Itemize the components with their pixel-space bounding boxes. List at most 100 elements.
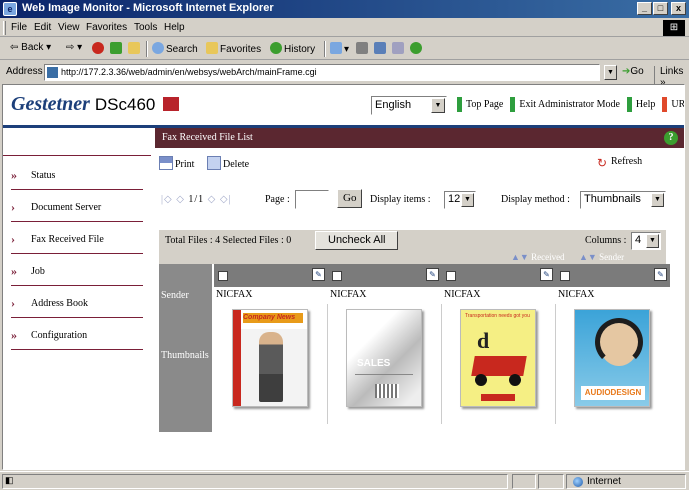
display-items-label: Display items : — [370, 194, 431, 205]
page-header: Gestetner DSc460 English ▼ Top Page Exit… — [3, 85, 684, 125]
messenger-button[interactable] — [410, 42, 424, 55]
page-status-icon: ◧ — [5, 475, 14, 485]
uncheck-all-button[interactable]: Uncheck All — [315, 231, 399, 250]
file-checkbox[interactable] — [218, 271, 228, 281]
address-bar: Address http://177.2.3.36/web/admin/en/w… — [0, 61, 689, 88]
thumbnail-text: AUDIODESIGN — [581, 386, 645, 400]
file-details-icon[interactable]: ✎ — [426, 268, 439, 281]
main-panel: Fax Received File List ? Print Delete ↻ R… — [155, 128, 684, 469]
sidebar: » Status › Document Server › Fax Receive… — [3, 128, 151, 469]
sender-row-label: Sender — [161, 290, 189, 301]
file-checkbox[interactable] — [560, 271, 570, 281]
display-items-select[interactable]: 12 ▼ — [444, 191, 476, 209]
stop-icon — [92, 42, 104, 54]
printer-icon — [356, 42, 368, 54]
fax-thumbnail[interactable]: SALES — [346, 309, 422, 407]
forward-button[interactable]: ⇨ ▾ — [66, 42, 82, 53]
sidebar-item-address-book[interactable]: › Address Book — [11, 292, 143, 318]
file-thumbnail-cell: Transportation needs got you d — [442, 304, 556, 424]
menu-favorites[interactable]: Favorites — [86, 22, 127, 33]
page-navigation[interactable]: |◇ ◇ 1/1 ◇ ◇| — [161, 194, 232, 205]
sort-sender-link[interactable]: ▲▼ Sender — [579, 252, 624, 262]
page-go-button[interactable]: Go — [337, 189, 363, 208]
minimize-button[interactable]: _ — [637, 2, 652, 15]
home-button[interactable] — [128, 42, 142, 55]
print-button[interactable] — [356, 42, 370, 55]
discuss-button[interactable] — [392, 42, 406, 55]
thumbnail-graphic — [233, 310, 241, 406]
address-input[interactable]: http://177.2.3.36/web/admin/en/websys/we… — [44, 64, 600, 81]
url-link[interactable]: URL — [662, 97, 684, 112]
security-zone: Internet — [566, 474, 686, 489]
columns-label: Columns : — [585, 235, 627, 246]
back-arrow-icon: ⇦ — [10, 42, 19, 53]
sidebar-item-fax-received-file[interactable]: › Fax Received File — [11, 228, 143, 254]
thumbnail-graphic — [475, 374, 487, 386]
home-icon — [128, 42, 140, 54]
sort-arrows-icon: ▲▼ — [511, 252, 529, 262]
browser-window: e Web Image Monitor - Microsoft Internet… — [0, 0, 689, 490]
refresh-button[interactable] — [110, 42, 124, 55]
language-select[interactable]: English ▼ — [371, 96, 447, 115]
file-thumbnail-cell: Company News — [214, 304, 328, 424]
action-bar: Print Delete ↻ Refresh — [155, 154, 684, 176]
close-button[interactable]: x — [671, 2, 686, 15]
edit-icon — [374, 42, 386, 54]
delete-icon — [207, 156, 221, 170]
status-pane — [512, 474, 536, 489]
refresh-action-button[interactable]: ↻ Refresh — [595, 156, 642, 170]
sidebar-item-configuration[interactable]: » Configuration — [11, 324, 143, 350]
help-icon[interactable]: ? — [664, 131, 678, 145]
favorites-button[interactable]: Favorites — [206, 42, 261, 55]
menu-file[interactable]: File — [11, 22, 27, 33]
page-number-input[interactable] — [295, 190, 329, 209]
menu-edit[interactable]: Edit — [34, 22, 51, 33]
display-method-select[interactable]: Thumbnails ▼ — [580, 191, 666, 209]
file-header-cell: ✎ — [328, 264, 442, 287]
fax-thumbnail[interactable]: Company News — [232, 309, 308, 407]
file-checkbox[interactable] — [332, 271, 342, 281]
sort-received-link[interactable]: ▲▼ Received — [511, 252, 565, 262]
toolbar-grip — [3, 21, 6, 35]
double-chevron-icon: » — [11, 168, 17, 182]
history-button[interactable]: History — [270, 42, 315, 55]
sidebar-item-document-server[interactable]: › Document Server — [11, 196, 143, 222]
fax-thumbnail[interactable]: AUDIODESIGN — [574, 309, 650, 407]
top-links: Top Page Exit Administrator Mode Help UR… — [457, 97, 684, 112]
go-button[interactable]: ➔Go — [622, 66, 644, 77]
edit-button[interactable] — [374, 42, 388, 55]
file-details-icon[interactable]: ✎ — [312, 268, 325, 281]
menu-view[interactable]: View — [58, 22, 80, 33]
menu-help[interactable]: Help — [164, 22, 185, 33]
browser-toolbar: ⇦ Back ▾ ⇨ ▾ Search Favorites History ▾ — [0, 38, 689, 60]
toolbar-separator — [324, 41, 326, 57]
messenger-icon — [410, 42, 422, 54]
exit-admin-link[interactable]: Exit Administrator Mode — [510, 97, 625, 112]
file-thumbnail-cell: AUDIODESIGN — [556, 304, 670, 424]
maximize-button[interactable]: □ — [653, 2, 668, 15]
fax-thumbnail[interactable]: Transportation needs got you d — [460, 309, 536, 407]
stop-button[interactable] — [92, 42, 106, 55]
thumbnail-graphic — [481, 394, 515, 401]
sidebar-item-job[interactable]: » Job — [11, 260, 143, 286]
back-button[interactable]: ⇦ Back ▾ — [10, 42, 51, 53]
file-details-icon[interactable]: ✎ — [540, 268, 553, 281]
search-button[interactable]: Search — [152, 42, 198, 55]
columns-select[interactable]: 4 ▼ — [631, 232, 661, 250]
discuss-icon — [392, 42, 404, 54]
file-checkbox[interactable] — [446, 271, 456, 281]
top-page-link[interactable]: Top Page — [457, 97, 508, 112]
delete-action-button[interactable]: Delete — [207, 156, 249, 170]
help-link[interactable]: Help — [626, 97, 660, 112]
page-title: Fax Received File List — [162, 132, 253, 143]
pager-bar: |◇ ◇ 1/1 ◇ ◇| Page : Go Display items : … — [155, 188, 684, 212]
print-action-button[interactable]: Print — [159, 156, 194, 170]
address-dropdown-button[interactable]: ▼ — [604, 65, 617, 80]
chevron-right-icon: › — [11, 200, 15, 214]
sidebar-item-status[interactable]: » Status — [11, 164, 143, 190]
sort-arrows-icon: ▲▼ — [579, 252, 597, 262]
globe-icon — [573, 477, 583, 487]
menu-tools[interactable]: Tools — [134, 22, 157, 33]
mail-button[interactable]: ▾ — [330, 42, 349, 55]
file-details-icon[interactable]: ✎ — [654, 268, 667, 281]
